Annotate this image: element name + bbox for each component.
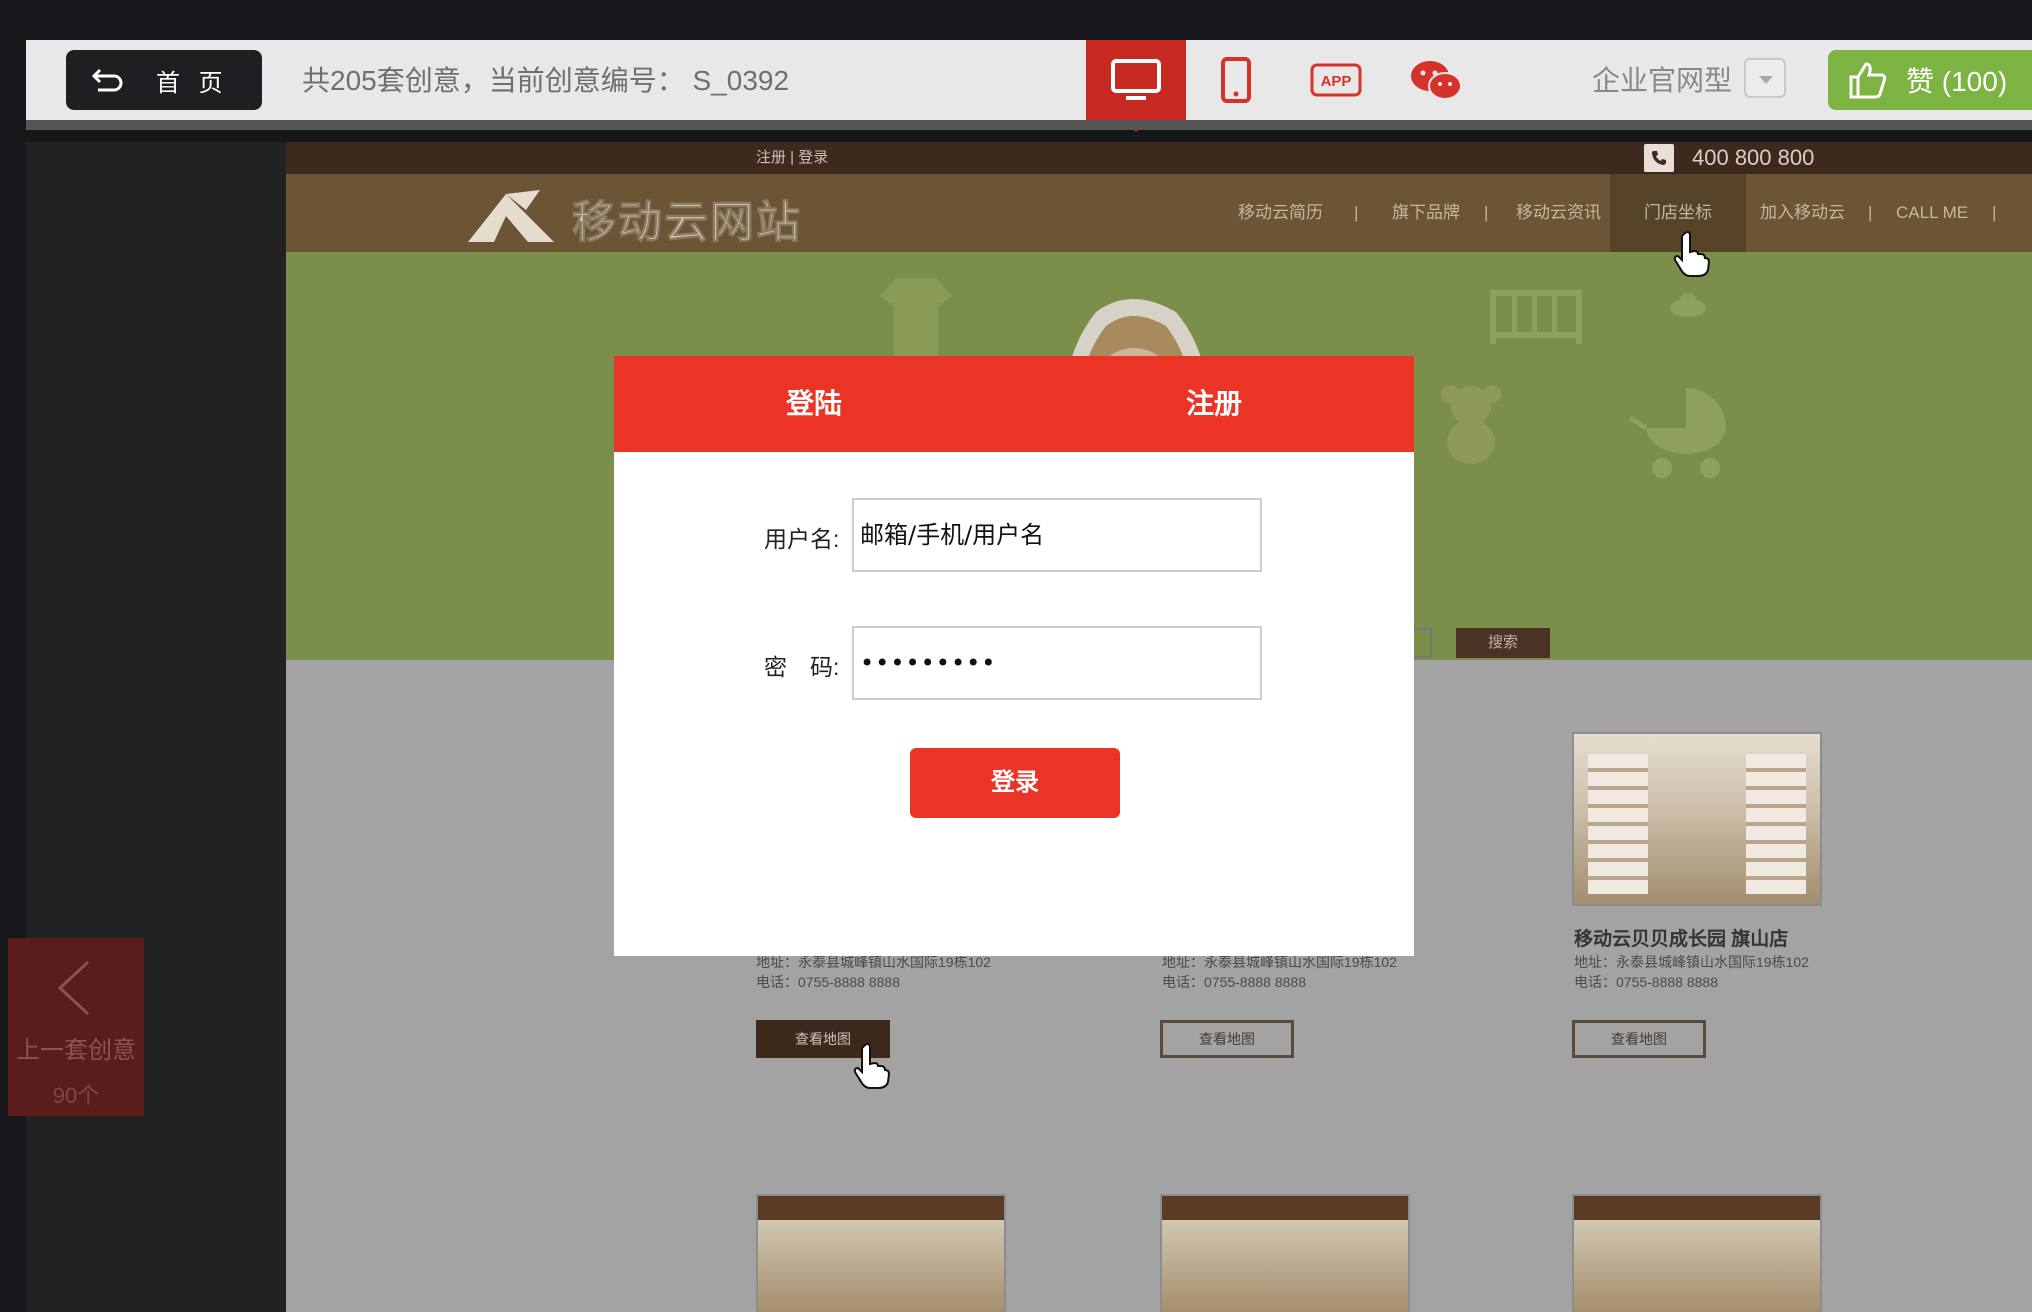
site-type-label: 企业官网型	[1592, 65, 1733, 96]
app-badge-text: APP	[1321, 73, 1352, 90]
site-type-dropdown[interactable]	[1744, 58, 1786, 98]
wechat-icon	[1411, 61, 1462, 100]
hand-cursor-icon	[1673, 231, 1711, 277]
site-nav-item[interactable]: CALL ME	[1896, 174, 1968, 252]
password-input[interactable]: •••••••••	[852, 626, 1262, 700]
login-submit-button[interactable]: 登录	[910, 748, 1120, 818]
username-input[interactable]: 邮箱/手机/用户名	[852, 498, 1262, 572]
store-phone: 电话：0755-8888 8888	[1162, 974, 1306, 990]
mobile-icon	[1221, 57, 1251, 103]
site-topbar: 注册 | 登录 400 800 800	[286, 142, 2032, 174]
mobile-view-button[interactable]	[1186, 40, 1286, 120]
site-nav-item[interactable]: 移动云资讯	[1516, 174, 1601, 252]
like-button-label: 赞 (100)	[1906, 66, 2008, 97]
password-label: 密 码:	[764, 654, 840, 680]
previous-creative-count: 90个	[52, 1083, 100, 1108]
desktop-view-button[interactable]	[1086, 40, 1186, 120]
previous-creative-button[interactable]: 上一套创意 90个	[8, 938, 144, 1116]
toolbar-divider	[26, 120, 2032, 130]
username-label: 用户名:	[764, 526, 840, 552]
desktop-icon	[1111, 59, 1161, 100]
crib-icon	[1490, 290, 1582, 344]
site-header: 移动云网站 移动云简历 | 旗下品牌 | 移动云资讯 门店坐标 加入移动云 | …	[286, 174, 2032, 252]
teddy-bear-icon	[1441, 385, 1501, 464]
stroller-icon	[1628, 388, 1726, 478]
view-map-button[interactable]: 查看地图	[1572, 1020, 1706, 1058]
store-photo	[756, 1194, 1006, 1312]
site-search-input[interactable]	[1414, 628, 1432, 658]
site-nav-separator: |	[1484, 203, 1489, 222]
site-register-login-link[interactable]: 注册 | 登录	[756, 142, 828, 174]
app-view-button[interactable]: APP	[1286, 40, 1386, 120]
phone-icon	[1644, 144, 1674, 172]
store-name: 移动云贝贝成长园 旗山店	[1574, 929, 1789, 950]
site-nav-item[interactable]: 加入移动云	[1760, 174, 1845, 252]
home-button-label: 首 页	[156, 69, 229, 97]
site-logo-text: 移动云网站	[572, 197, 802, 249]
site-nav-item[interactable]: 移动云简历	[1238, 174, 1323, 252]
login-modal-header: 登陆 注册	[614, 356, 1414, 452]
store-phone: 电话：0755-8888 8888	[1574, 974, 1718, 990]
login-modal: 登陆 注册 用户名: 邮箱/手机/用户名 密 码: ••••••••• 登录	[614, 356, 1414, 956]
site-phone-number: 400 800 800	[1692, 145, 1815, 170]
tab-register[interactable]: 注册	[1186, 356, 1242, 452]
left-panel	[26, 142, 286, 1312]
chevron-left-icon	[57, 960, 90, 1016]
creative-count-text: 共205套创意，当前创意编号： S_0392	[302, 65, 790, 96]
store-photo	[1160, 1194, 1410, 1312]
store-photo	[1572, 1194, 1822, 1312]
cloud-icon	[1670, 293, 1706, 317]
app-icon: APP	[1310, 63, 1362, 97]
home-button[interactable]: 首 页	[66, 50, 262, 110]
view-map-button[interactable]: 查看地图	[1160, 1020, 1294, 1058]
site-nav-separator: |	[1992, 203, 1997, 222]
previous-creative-label: 上一套创意	[16, 1037, 136, 1064]
site-nav-separator: |	[1354, 203, 1359, 222]
site-nav-item[interactable]: 旗下品牌	[1392, 174, 1460, 252]
onesie-icon	[880, 278, 952, 356]
hand-cursor-icon	[853, 1043, 891, 1089]
back-arrow-icon	[92, 68, 123, 92]
store-address: 地址：永泰县城峰镇山水国际19栋102	[1574, 954, 1809, 970]
site-logo-icon	[468, 190, 554, 242]
top-toolbar: 首 页 共205套创意，当前创意编号： S_0392 APP 企业官网型 赞 (…	[26, 40, 2032, 120]
like-button[interactable]: 赞 (100)	[1828, 50, 2032, 110]
store-phone: 电话：0755-8888 8888	[756, 974, 900, 990]
thumbs-up-icon	[1849, 62, 1887, 99]
site-nav-separator: |	[1868, 203, 1873, 222]
store-photo	[1572, 732, 1822, 906]
tab-login[interactable]: 登陆	[786, 356, 842, 452]
wechat-view-button[interactable]	[1386, 40, 1486, 120]
site-search-button[interactable]: 搜索	[1456, 628, 1550, 658]
